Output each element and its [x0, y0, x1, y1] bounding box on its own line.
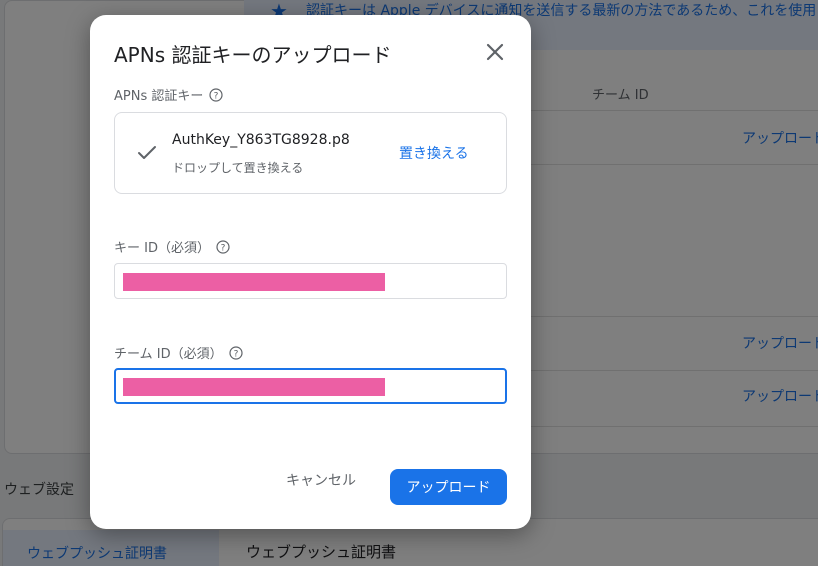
auth-key-file-dropzone[interactable]: AuthKey_Y863TG8928.p8 ドロップして置き換える 置き換える [114, 112, 507, 194]
upload-button-label: アップロード [406, 480, 491, 496]
help-icon[interactable]: ? [209, 87, 223, 102]
team-id-label-row: チーム ID（必須） ? [114, 343, 243, 362]
help-icon[interactable]: ? [216, 239, 230, 254]
key-id-label-row: キー ID（必須） ? [114, 237, 230, 256]
auth-key-label-row: APNs 認証キー ? [114, 85, 223, 104]
redacted-value [123, 378, 385, 396]
redacted-value [123, 273, 385, 291]
help-icon[interactable]: ? [228, 345, 243, 360]
dialog-title: APNs 認証キーのアップロード [114, 43, 392, 67]
key-id-input[interactable] [114, 263, 507, 299]
svg-text:?: ? [233, 349, 238, 359]
close-icon [486, 43, 504, 61]
team-id-input[interactable] [114, 368, 507, 404]
file-name: AuthKey_Y863TG8928.p8 [172, 132, 350, 148]
team-id-label: チーム ID（必須） [114, 347, 223, 362]
upload-button[interactable]: アップロード [390, 469, 507, 505]
svg-text:?: ? [214, 91, 219, 101]
cancel-button[interactable]: キャンセル [286, 470, 356, 490]
svg-text:?: ? [221, 243, 226, 253]
check-icon [138, 146, 156, 159]
close-button[interactable] [482, 39, 508, 65]
replace-file-link[interactable]: 置き換える [399, 143, 469, 163]
file-drop-hint: ドロップして置き換える [172, 161, 304, 175]
key-id-label: キー ID（必須） [114, 241, 210, 256]
auth-key-label: APNs 認証キー [114, 89, 204, 104]
upload-apns-key-dialog: APNs 認証キーのアップロード APNs 認証キー ? AuthKey_Y86… [90, 15, 531, 529]
